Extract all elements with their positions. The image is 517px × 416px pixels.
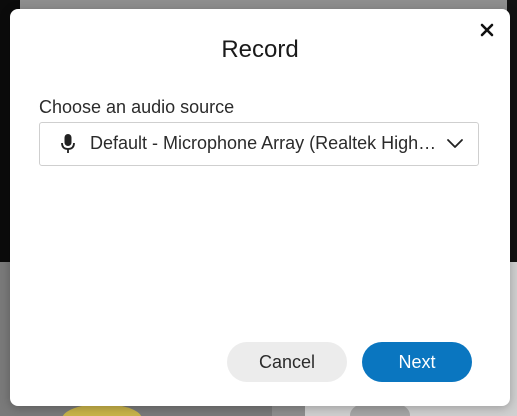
audio-source-label: Choose an audio source — [39, 97, 235, 117]
microphone-icon — [61, 134, 75, 153]
record-dialog: Record Choose an audio source Default - … — [10, 9, 510, 406]
next-button[interactable]: Next — [362, 342, 472, 382]
dialog-title: Record — [221, 36, 299, 63]
audio-source-select[interactable]: Default - Microphone Array (Realtek High… — [39, 122, 479, 166]
close-icon — [480, 23, 494, 37]
chevron-down-icon — [447, 139, 463, 148]
audio-source-selected-value: Default - Microphone Array (Realtek High… — [90, 133, 440, 153]
cancel-button[interactable]: Cancel — [227, 342, 347, 382]
